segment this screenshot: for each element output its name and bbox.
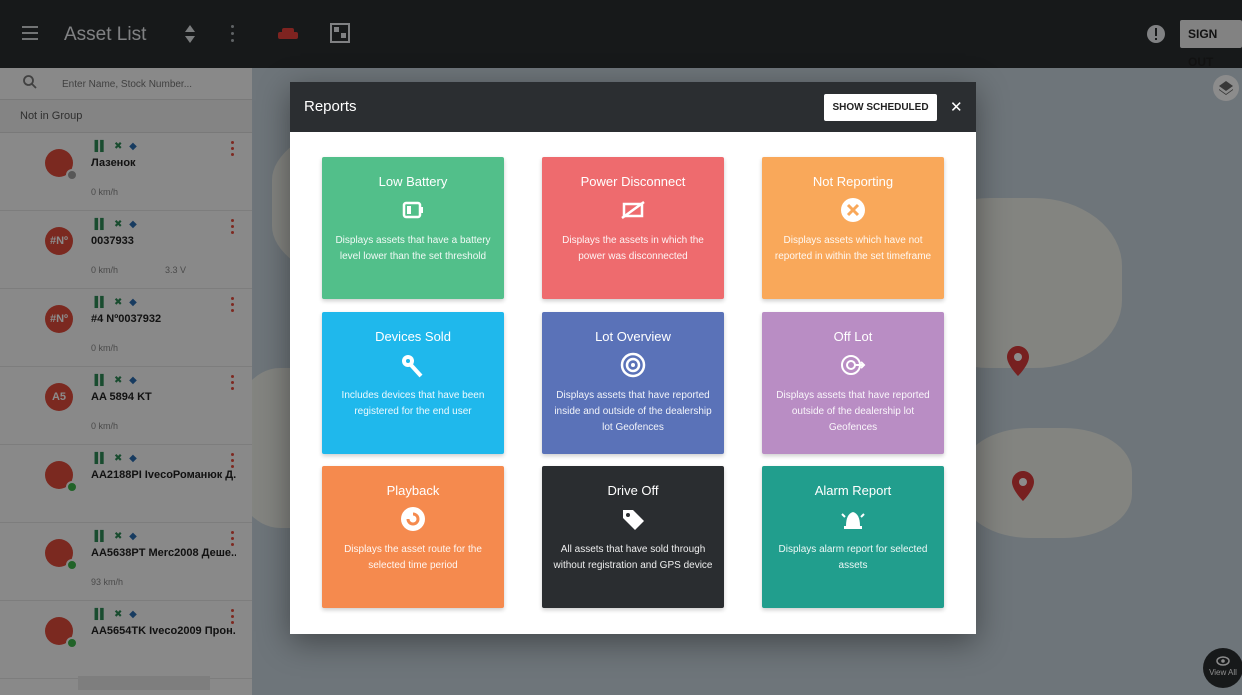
report-card-playback[interactable]: Playback Displays the asset route for th… (322, 466, 504, 608)
report-card-description: Includes devices that have been register… (341, 390, 485, 417)
report-card-drive-off[interactable]: Drive Off All assets that have sold thro… (542, 466, 724, 608)
show-scheduled-button[interactable]: SHOW SCHEDULED (824, 94, 937, 121)
key-icon (402, 355, 423, 378)
target-icon (620, 352, 646, 378)
close-icon[interactable]: ✕ (950, 98, 963, 116)
target-exit-icon (841, 355, 866, 375)
report-card-description: Displays the assets in which the power w… (562, 235, 704, 262)
report-card-description: Displays assets which have not reported … (774, 235, 932, 262)
report-card-title: Lot Overview (595, 329, 671, 344)
report-card-title: Power Disconnect (580, 174, 686, 189)
report-card-title: Drive Off (607, 483, 659, 498)
report-card-power-disconnect[interactable]: Power Disconnect Displays the assets in … (542, 157, 724, 299)
report-card-off-lot[interactable]: Off Lot Displays assets that have report… (762, 312, 944, 454)
report-card-title: Not Reporting (812, 174, 894, 189)
playback-icon (401, 507, 425, 531)
report-card-title: Alarm Report (814, 483, 892, 498)
dialog-title: Reports (304, 98, 357, 115)
tag-icon (623, 510, 644, 530)
battery-low-icon (402, 201, 423, 219)
dialog-header: Reports SHOW SCHEDULED ✕ (290, 82, 976, 132)
report-card-lot-overview[interactable]: Lot Overview Displays assets that have r… (542, 312, 724, 454)
report-card-title: Off Lot (833, 329, 873, 344)
x-circle-icon (841, 198, 865, 222)
report-card-title: Playback (386, 483, 440, 498)
alarm-bell-icon (841, 512, 865, 529)
power-disconnect-icon (621, 200, 645, 220)
report-card-description: Displays alarm report for selected asset… (778, 544, 928, 571)
report-card-description: Displays assets that have reported outsi… (776, 390, 930, 433)
report-card-alarm-report[interactable]: Alarm Report Displays alarm report for s… (762, 466, 944, 608)
report-card-low-battery[interactable]: Low Battery Displays assets that have a … (322, 157, 504, 299)
report-card-title: Low Battery (378, 174, 448, 189)
reports-dialog: Reports SHOW SCHEDULED ✕ Low Battery Dis… (290, 82, 976, 634)
report-card-description: Displays assets that have a battery leve… (335, 235, 491, 262)
report-card-description: Displays the asset route for the selecte… (344, 544, 482, 571)
report-card-title: Devices Sold (375, 329, 451, 344)
report-card-not-reporting[interactable]: Not Reporting Displays assets which have… (762, 157, 944, 299)
report-card-devices-sold[interactable]: Devices Sold Includes devices that have … (322, 312, 504, 454)
report-card-description: Displays assets that have reported insid… (554, 390, 712, 433)
report-card-description: All assets that have sold through withou… (553, 544, 713, 571)
